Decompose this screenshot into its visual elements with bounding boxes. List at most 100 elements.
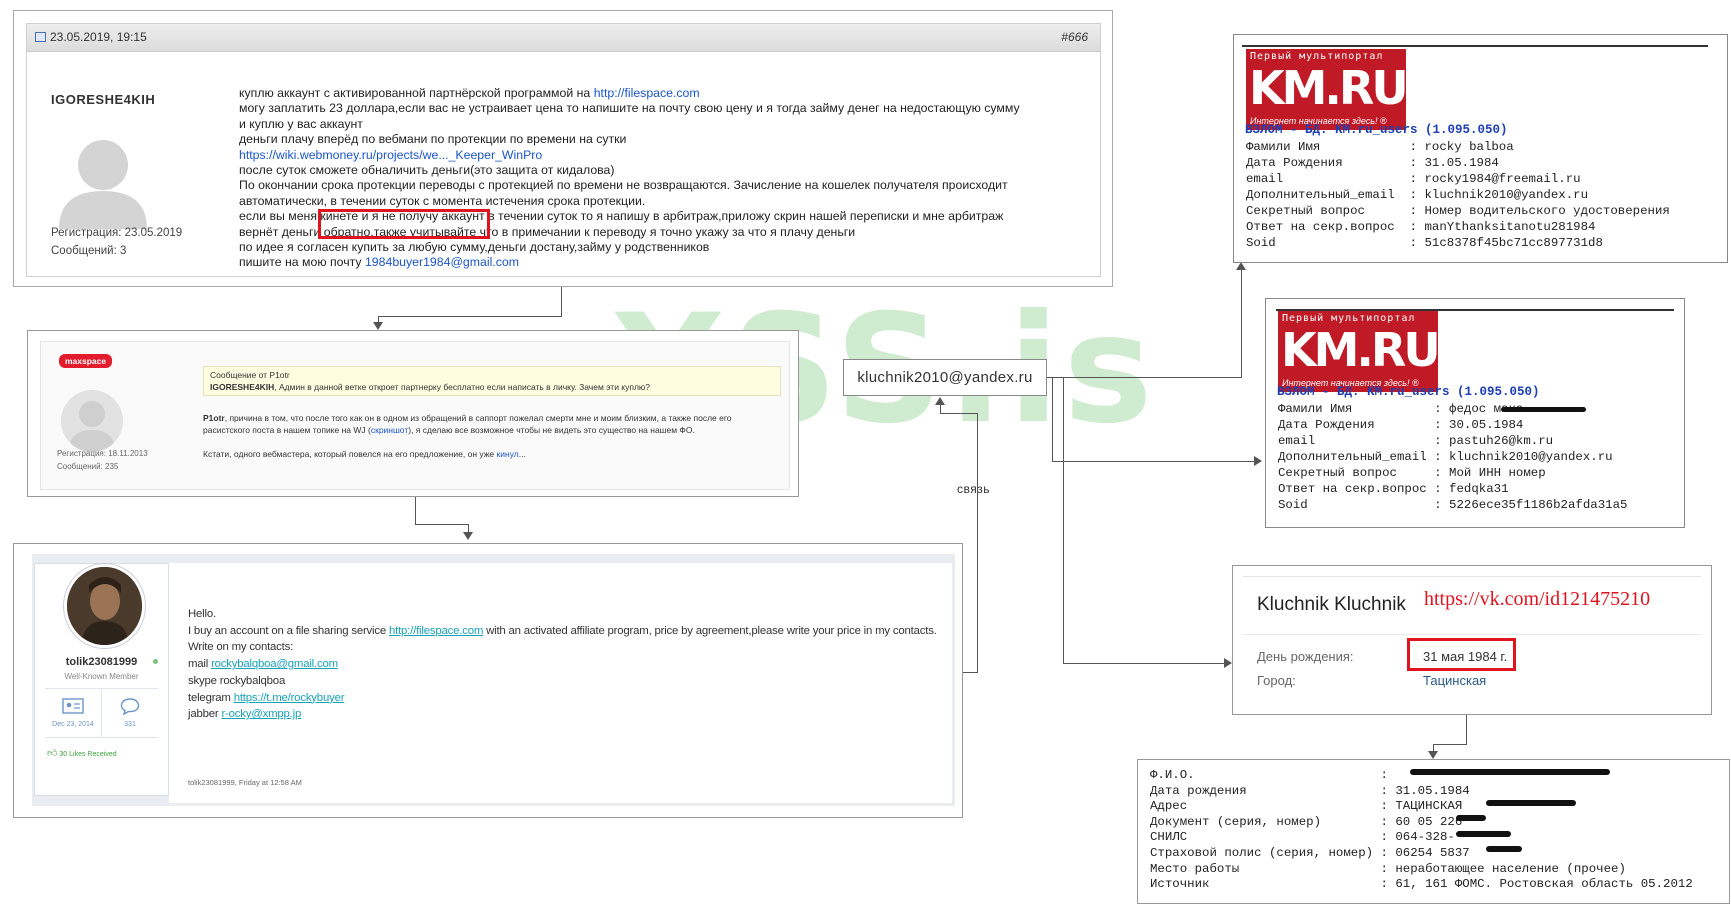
record-separator: : — [1434, 498, 1450, 512]
record-separator: : — [1409, 140, 1425, 154]
default-avatar-icon — [53, 129, 153, 229]
record-row: Адрес: ТАЦИНСКАЯ — [1150, 799, 1693, 815]
stat-date: Dec 23, 2014 — [52, 721, 94, 728]
post-link[interactable]: 1984buyer1984@gmail.com — [365, 255, 519, 269]
post-line-text: и куплю у вас аккаунт — [239, 116, 363, 131]
post-line: По окончании срока протекции переводы с … — [239, 178, 1099, 193]
record-value: 5226ece35f1186b2afda31a5 — [1449, 498, 1628, 512]
record-key: email — [1246, 172, 1284, 186]
fio-rows: Ф.И.О.: Дата рождения: 31.05.1984 Адрес: … — [1150, 768, 1693, 893]
record-key: Адрес — [1150, 799, 1188, 814]
record-row: Источник: 61, 161 ФОМС. Ростовская облас… — [1150, 877, 1693, 893]
vk-city-value[interactable]: Тацинская — [1423, 673, 1486, 688]
redaction-scribble — [1410, 769, 1610, 775]
avatar-placeholder — [53, 129, 153, 229]
record-value: pastuh26@km.ru — [1449, 434, 1554, 448]
record-separator: : — [1380, 861, 1396, 876]
record-separator: : — [1380, 783, 1396, 798]
telegram-link[interactable]: https://t.me/rockybuyer — [234, 692, 345, 704]
record-row: Дополнительный_email: kluchnik2010@yande… — [1246, 187, 1670, 203]
post-link[interactable]: https://wiki.webmoney.ru/projects/we..._… — [239, 148, 542, 162]
record-key: email — [1278, 434, 1316, 448]
body-line: Hello. — [188, 608, 216, 620]
record-row: Секретный вопрос: Номер водительского уд… — [1246, 203, 1670, 219]
record-row: Дата Рождения: 30.05.1984 — [1278, 417, 1627, 433]
record-key: Секретный вопрос — [1246, 204, 1365, 218]
record-separator: : — [1409, 172, 1425, 186]
record-key: Дата Рождения — [1278, 418, 1375, 432]
body-user[interactable]: P1otr — [203, 413, 225, 423]
screenshot-link[interactable]: скриншот — [371, 425, 408, 435]
record-value: 61, 161 ФОМС. Ростовская область 05.2012 — [1395, 877, 1693, 892]
vk-profile-name[interactable]: Kluchnik Kluchnik — [1257, 594, 1406, 616]
body-line: расистского поста в нашем топике на WJ ( — [203, 425, 371, 435]
vk-birthday-label: День рождения: — [1257, 649, 1354, 664]
record-separator: : — [1434, 418, 1450, 432]
redaction-scribble — [1486, 846, 1522, 852]
link-label-svyaz: связь — [957, 482, 990, 496]
record-row: Документ (серия, номер): 60 05 226 — [1150, 815, 1693, 831]
post-line: по идее я согласен купить за любую сумму… — [239, 240, 1099, 255]
record-separator: : — [1434, 450, 1450, 464]
vk-profile-url[interactable]: https://vk.com/id121475210 — [1424, 588, 1650, 611]
body-line: Кстати, одного вебмастера, который повел… — [203, 449, 497, 459]
record-separator: : — [1380, 845, 1396, 860]
record-key: Дополнительный_email — [1278, 450, 1427, 464]
avatar-placeholder — [61, 390, 123, 452]
jabber-link[interactable]: r-ocky@xmpp.jp — [221, 708, 301, 720]
record-key: Дата рождения — [1150, 783, 1247, 798]
post-header: 23.05.2019, 19:15 #666 — [27, 24, 1100, 52]
stat-messages: 331 — [102, 689, 158, 737]
quote-user[interactable]: IGORESHE4KIH — [210, 382, 274, 392]
record-key: Секретный вопрос — [1278, 466, 1397, 480]
record-row: Дата рождения: 31.05.1984 — [1150, 784, 1693, 800]
post-line: автоматически, в течении суток с момента… — [239, 194, 1099, 209]
post-body: куплю аккаунт с активированной партнёрск… — [239, 86, 1099, 271]
mail-link[interactable]: rockybalqboa@gmail.com — [211, 658, 338, 670]
redaction-scribble — [1501, 407, 1586, 412]
record-separator: : — [1434, 466, 1450, 480]
post-line: после суток сможете обналичить деньги(эт… — [239, 163, 1099, 178]
record-row: email: pastuh26@km.ru — [1278, 433, 1627, 449]
kinul-link[interactable]: кинул — [497, 449, 519, 459]
post-main: Hello. I buy an account on a file sharin… — [169, 563, 952, 803]
record-key: Ф.И.О. — [1150, 768, 1195, 782]
post-line: куплю аккаунт с активированной партнёрск… — [239, 86, 1099, 101]
record-value: 51c8378f45bc71cc897731d8 — [1424, 236, 1603, 250]
post-number[interactable]: #666 — [1061, 24, 1088, 51]
record-value: 06254 5837 — [1395, 845, 1470, 860]
filespace-link[interactable]: http://filespace.com — [389, 625, 483, 637]
likes-row: 👍︎ 30 Likes Received — [47, 747, 117, 759]
id-card-icon — [62, 698, 84, 714]
username[interactable]: tolik23081999 — [35, 656, 168, 668]
record-value: kluchnik2010@yandex.ru — [1424, 188, 1589, 202]
post-line-text: после суток сможете обналичить деньги(эт… — [239, 163, 615, 178]
record-row: Секретный вопрос: Мой ИНН номер — [1278, 465, 1627, 481]
post-messages: Сообщений: 3 — [51, 245, 127, 257]
record-row: Soid: 51c8378f45bc71cc897731d8 — [1246, 235, 1670, 251]
highlight-birthday-box — [1407, 638, 1516, 671]
redaction-scribble — [1456, 831, 1511, 837]
record-row: email: rocky1984@freemail.ru — [1246, 171, 1670, 187]
post-line-text: деньги плачу вперёд по вебмани по протек… — [239, 132, 627, 147]
record-value: Номер водительского удостоверения — [1424, 204, 1670, 218]
vk-top-rule — [1243, 576, 1701, 577]
post-line: пишите на мою почту 1984buyer1984@gmail.… — [239, 255, 1099, 270]
vk-divider — [1243, 634, 1701, 635]
post-username[interactable]: IGORESHE4KIH — [51, 92, 155, 107]
post-registration: Регистрация: 18.11.2013 — [57, 449, 148, 458]
record-separator: : — [1409, 220, 1425, 234]
record-value: 30.05.1984 — [1449, 418, 1524, 432]
km-title: ВЗЛОМ - БД. KM.ru_users (1.095.050) — [1277, 385, 1540, 399]
record-key: Страховой полис (серия, номер) — [1150, 845, 1374, 860]
body-line: ... — [518, 449, 526, 459]
post-footer: tolik23081999, Friday at 12:58 AM — [188, 778, 302, 787]
record-separator: : — [1380, 830, 1396, 845]
record-row: Дата Рождения: 31.05.1984 — [1246, 155, 1670, 171]
highlight-email-box — [318, 209, 490, 239]
forum-post-igoreshe4kih: 23.05.2019, 19:15 #666 IGORESHE4KIH Реги… — [13, 10, 1113, 287]
user-avatar[interactable] — [64, 564, 145, 648]
post-link[interactable]: http://filespace.com — [594, 86, 700, 100]
contact-label: mail — [188, 658, 212, 671]
record-separator: : — [1409, 236, 1425, 250]
